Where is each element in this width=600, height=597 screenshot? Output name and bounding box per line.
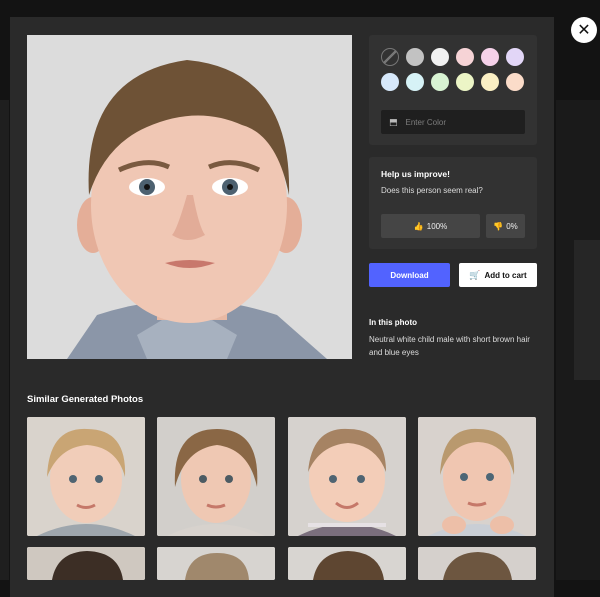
- add-to-cart-label: Add to cart: [484, 270, 527, 280]
- similar-photo-6-image: [157, 547, 275, 580]
- thumbs-down-value: 0%: [506, 221, 518, 231]
- paint-bucket-icon: ⬒: [389, 116, 398, 127]
- color-swatch[interactable]: [381, 73, 399, 91]
- close-button[interactable]: ✕: [571, 17, 597, 43]
- similar-photo-2-image: [157, 417, 275, 536]
- close-icon: ✕: [577, 22, 591, 39]
- similar-photo-8-image: [418, 547, 536, 580]
- color-input[interactable]: [403, 116, 518, 128]
- color-swatch[interactable]: [406, 73, 424, 91]
- similar-photo-3[interactable]: [288, 417, 406, 536]
- similar-photo-6[interactable]: [157, 547, 275, 580]
- color-input-field[interactable]: ⬒: [381, 110, 525, 134]
- similar-photo-7-image: [288, 547, 406, 580]
- similar-photo-7[interactable]: [288, 547, 406, 580]
- thumbs-up-icon: 👍: [413, 221, 424, 231]
- background-strip-left: [0, 100, 9, 580]
- similar-photo-5-image: [27, 547, 145, 580]
- feedback-question: Does this person seem real?: [381, 186, 483, 195]
- info-heading: In this photo: [369, 318, 417, 327]
- color-swatch[interactable]: [456, 48, 474, 66]
- thumbs-up-value: 100%: [426, 221, 448, 231]
- feedback-title: Help us improve!: [381, 169, 450, 179]
- color-swatch[interactable]: [506, 48, 524, 66]
- similar-photo-3-image: [288, 417, 406, 536]
- cart-icon: 🛒: [469, 269, 481, 280]
- color-swatch[interactable]: [506, 73, 524, 91]
- download-button[interactable]: Download: [369, 263, 450, 287]
- child-portrait-image: [27, 35, 352, 359]
- similar-photo-2[interactable]: [157, 417, 275, 536]
- main-photo: [27, 35, 352, 359]
- similar-photo-4-image: [418, 417, 536, 536]
- similar-photo-4[interactable]: [418, 417, 536, 536]
- similar-photo-5[interactable]: [27, 547, 145, 580]
- color-swatch[interactable]: [406, 48, 424, 66]
- download-label: Download: [390, 270, 429, 280]
- no-color-swatch[interactable]: [381, 48, 399, 66]
- color-swatch[interactable]: [481, 48, 499, 66]
- background-strip-right-2: [574, 240, 600, 380]
- similar-photo-1-image: [27, 417, 145, 536]
- color-swatch[interactable]: [456, 73, 474, 91]
- info-description: Neutral white child male with short brow…: [369, 335, 530, 357]
- color-swatch[interactable]: [431, 48, 449, 66]
- add-to-cart-button[interactable]: 🛒 Add to cart: [459, 263, 537, 287]
- thumbs-down-icon: 👎: [493, 221, 504, 231]
- similar-heading: Similar Generated Photos: [27, 394, 144, 405]
- thumbs-down-button[interactable]: 👎 0%: [486, 214, 525, 238]
- color-swatch[interactable]: [431, 73, 449, 91]
- thumbs-up-button[interactable]: 👍 100%: [381, 214, 480, 238]
- similar-photo-8[interactable]: [418, 547, 536, 580]
- similar-photo-1[interactable]: [27, 417, 145, 536]
- color-swatch[interactable]: [481, 73, 499, 91]
